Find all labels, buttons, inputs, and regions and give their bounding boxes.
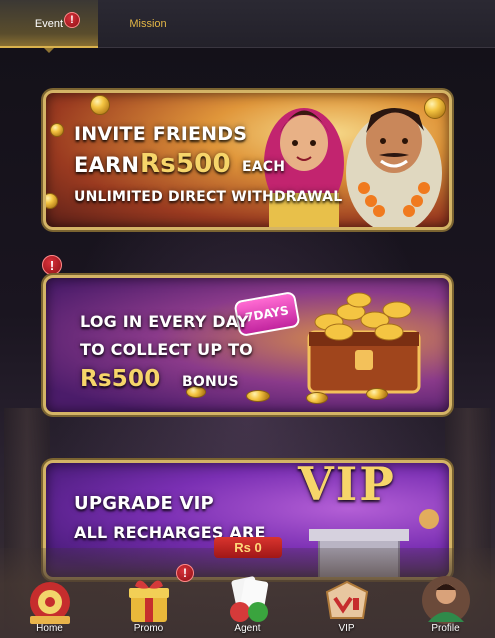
home-icon bbox=[29, 582, 70, 624]
nav-agent[interactable]: Agent bbox=[198, 548, 297, 638]
nav-promo[interactable]: Promo bbox=[99, 548, 198, 638]
vip-icon bbox=[325, 580, 368, 619]
agent-icon bbox=[229, 576, 268, 622]
couple-illustration bbox=[264, 108, 442, 227]
profile-icon bbox=[421, 576, 470, 624]
nav-vip-label: VIP bbox=[338, 623, 355, 634]
banner-invite-earn: EARN bbox=[74, 153, 140, 177]
nav-home-label: Home bbox=[36, 623, 63, 634]
banner-login-amount: Rs500 bbox=[80, 366, 161, 392]
nav-home[interactable]: Home bbox=[0, 548, 99, 638]
nav-vip[interactable]: VIP bbox=[297, 548, 396, 638]
nav-profile-label: Profile bbox=[431, 623, 460, 634]
promo-alert-badge: ! bbox=[176, 564, 194, 582]
banner-login-line1: LOG IN EVERY DAY bbox=[80, 312, 249, 331]
balance-badge: Rs 0 bbox=[214, 537, 282, 558]
event-alert-badge: ! bbox=[64, 12, 80, 28]
coin-decoration bbox=[90, 95, 110, 115]
coin-decoration bbox=[306, 392, 328, 404]
nav-profile[interactable]: Profile bbox=[396, 548, 495, 638]
banner-vip-logo: VIP bbox=[298, 460, 396, 511]
gift-icon bbox=[128, 580, 169, 622]
banner-alert-badge: ! bbox=[42, 255, 62, 275]
nav-agent-label: Agent bbox=[234, 623, 261, 634]
banner-vip-line1: UPGRADE VIP bbox=[74, 493, 214, 514]
nav-promo-label: Promo bbox=[133, 623, 164, 634]
tab-mission[interactable]: Mission bbox=[98, 0, 198, 48]
banner-login-bonus: BONUS bbox=[182, 374, 239, 390]
treasure-chest-illustration bbox=[307, 292, 421, 394]
tab-event-label: Event bbox=[34, 18, 64, 30]
daily-login-banner[interactable]: 7DAYS LOG IN EVERY DAY TO COLLECT UP TO … bbox=[43, 275, 452, 415]
banner-invite-each: EACH bbox=[242, 159, 286, 175]
invite-friends-banner[interactable]: INVITE FRIENDS EARN Rs500 EACH UNLIMITED… bbox=[43, 90, 452, 230]
tab-mission-label: Mission bbox=[129, 18, 167, 30]
active-tab-caret bbox=[44, 48, 54, 53]
banner-invite-amount: Rs500 bbox=[140, 149, 231, 179]
banner-invite-line3: UNLIMITED DIRECT WITHDRAWAL bbox=[74, 189, 343, 205]
coin-decoration bbox=[366, 388, 388, 400]
coin-decoration bbox=[50, 123, 64, 137]
top-tab-bar: Event ! Mission bbox=[0, 0, 495, 53]
banner-invite-line1: INVITE FRIENDS bbox=[74, 123, 248, 145]
coin-decoration bbox=[246, 390, 270, 402]
coin-decoration bbox=[46, 193, 58, 209]
tab-event[interactable]: Event bbox=[0, 0, 98, 53]
banner-login-line2: TO COLLECT UP TO bbox=[80, 340, 253, 359]
